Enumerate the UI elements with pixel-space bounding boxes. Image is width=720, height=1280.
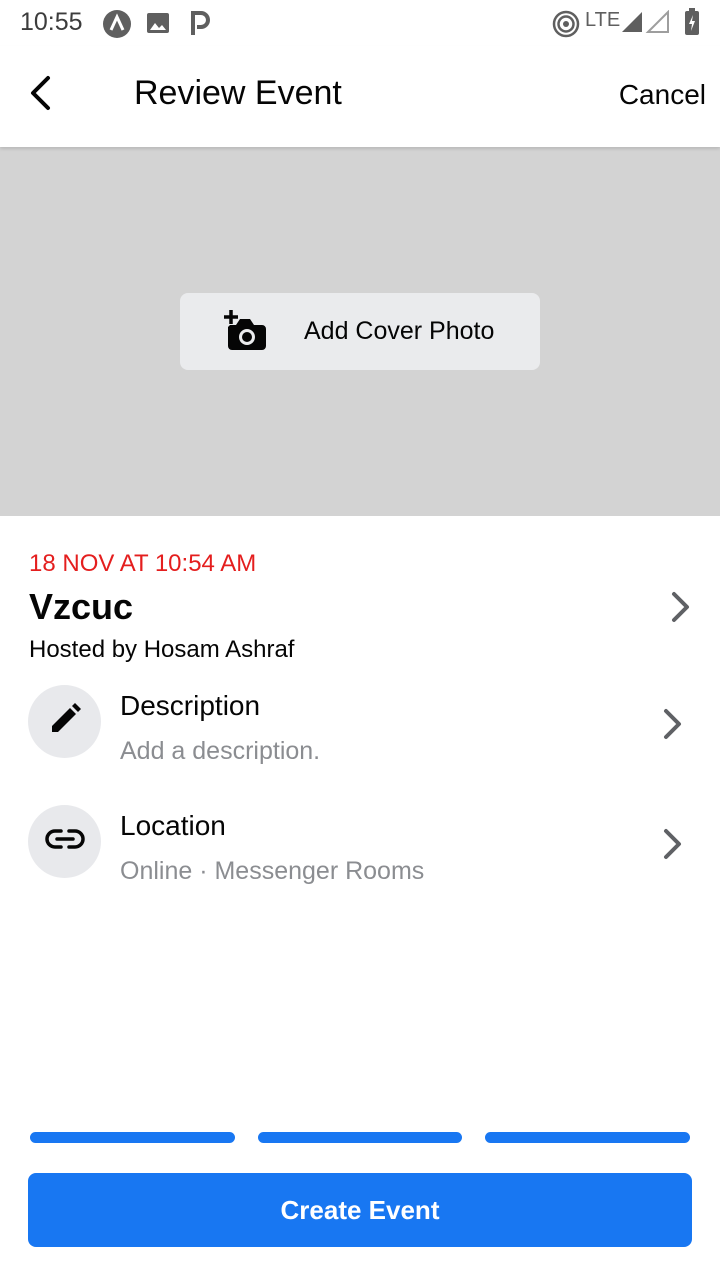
location-subtitle: Online · Messenger Rooms	[120, 857, 425, 885]
location-icon-circle	[28, 805, 101, 878]
event-name: Vzcuc	[29, 586, 134, 627]
chevron-right-icon	[668, 592, 694, 628]
progress-step-1	[30, 1132, 235, 1143]
add-cover-photo-label: Add Cover Photo	[304, 317, 495, 345]
signal-icon	[620, 9, 672, 39]
page-title: Review Event	[134, 74, 342, 112]
event-host: Hosted by Hosam Ashraf	[29, 636, 295, 663]
battery-icon	[684, 8, 700, 41]
p-icon	[188, 9, 212, 42]
progress-step-3	[485, 1132, 690, 1143]
description-title: Description	[120, 690, 261, 721]
back-button[interactable]	[20, 72, 60, 118]
chevron-right-icon	[660, 707, 686, 746]
cancel-button[interactable]: Cancel	[619, 79, 706, 111]
description-subtitle: Add a description.	[120, 737, 321, 765]
status-time: 10:55	[20, 8, 83, 36]
hotspot-icon	[552, 10, 580, 43]
app-a-icon	[102, 9, 132, 44]
cover-photo-area: Add Cover Photo	[0, 147, 720, 516]
network-type: LTE	[585, 9, 621, 31]
create-event-button[interactable]: Create Event	[28, 1173, 692, 1247]
status-bar: 10:55 LTE	[0, 0, 720, 46]
image-icon	[146, 11, 170, 40]
pencil-icon	[48, 702, 82, 741]
event-date-time: 18 NOV AT 10:54 AM	[29, 550, 257, 577]
location-row[interactable]: Location Online · Messenger Rooms	[0, 805, 720, 905]
link-icon	[44, 827, 85, 856]
edit-event-chevron-button[interactable]	[668, 590, 694, 629]
add-camera-icon	[222, 309, 268, 356]
header: Review Event Cancel	[0, 46, 720, 147]
description-icon-circle	[28, 685, 101, 758]
chevron-left-icon	[28, 75, 52, 116]
chevron-right-icon	[660, 827, 686, 866]
add-cover-photo-button[interactable]: Add Cover Photo	[180, 293, 540, 370]
description-row[interactable]: Description Add a description.	[0, 685, 720, 785]
progress-step-2	[258, 1132, 462, 1143]
location-title: Location	[120, 810, 226, 841]
